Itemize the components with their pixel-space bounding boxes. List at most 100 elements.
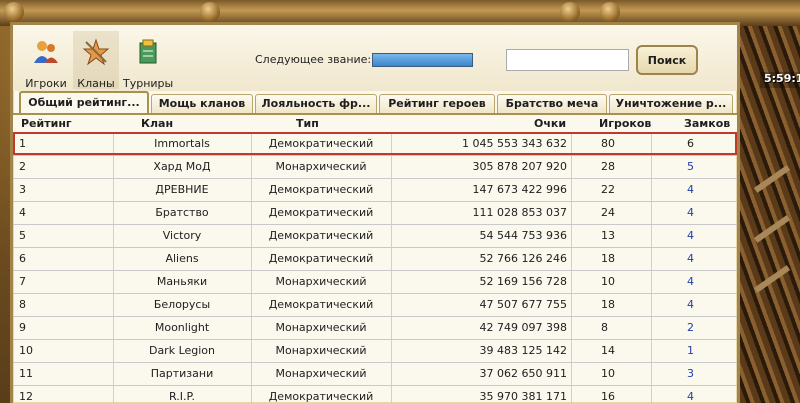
tournaments-icon <box>139 39 157 64</box>
cell-players: 8 <box>601 321 608 334</box>
cell-castles: 4 <box>687 183 694 196</box>
game-clock: 5:59:1 <box>760 72 800 88</box>
table-row[interactable]: 10 Dark Legion Монархический 39 483 125 142… <box>13 339 737 362</box>
table-row[interactable]: 3 ДРЕВНИЕ Демократический 147 673 422 996 22… <box>13 178 737 201</box>
cell-type: Демократический <box>268 183 374 196</box>
tab-sword-brotherhood[interactable]: Братство меча <box>497 94 607 114</box>
cell-clan[interactable]: ДРЕВНИЕ <box>113 179 251 202</box>
cell-players: 10 <box>601 275 615 288</box>
cell-clan[interactable]: Партизани <box>113 363 251 386</box>
table-row[interactable]: 12 R.I.P. Демократический 35 970 381 171 16 4 <box>13 385 737 403</box>
cell-type: Демократический <box>268 252 374 265</box>
clan-rating-table: Рейтинг Клан Тип Очки Игроков Замков 1 Im… <box>13 113 737 403</box>
cell-players: 10 <box>601 367 615 380</box>
cell-clan[interactable]: Маньяки <box>113 271 251 294</box>
cell-points: 147 673 422 996 <box>472 183 567 196</box>
cell-rank: 3 <box>19 183 26 196</box>
rail-segment <box>753 215 791 243</box>
cell-clan[interactable]: Dark Legion <box>113 340 251 363</box>
cell-points: 52 766 126 246 <box>479 252 567 265</box>
cell-points: 1 045 553 343 632 <box>462 137 567 150</box>
ornament-knot <box>600 2 620 22</box>
nav-tournaments[interactable]: Турниры <box>123 31 173 90</box>
table-row[interactable]: 6 Aliens Демократический 52 766 126 246 18 4 <box>13 247 737 270</box>
cell-points: 52 169 156 728 <box>479 275 567 288</box>
cell-type: Демократический <box>268 298 374 311</box>
column-header-points[interactable]: Очки <box>534 117 566 130</box>
cell-type: Монархический <box>275 160 367 173</box>
cell-rank: 9 <box>19 321 26 334</box>
nav-players[interactable]: Игроки <box>23 31 69 90</box>
search-button[interactable]: Поиск <box>636 45 698 75</box>
cell-clan[interactable]: Immortals <box>113 133 251 156</box>
cell-points: 47 507 677 755 <box>479 298 567 311</box>
tab-overall-rating[interactable]: Общий рейтинг... <box>19 91 149 114</box>
cell-castles: 4 <box>687 275 694 288</box>
rail-segment <box>753 265 791 293</box>
tab-clan-power[interactable]: Мощь кланов <box>151 94 253 114</box>
search-input[interactable] <box>506 49 629 71</box>
table-row[interactable]: 8 Белорусы Демократический 47 507 677 755 18… <box>13 293 737 316</box>
toolbar: Игроки Кланы Турниры Следующее звание: П… <box>13 25 737 91</box>
tab-destruction[interactable]: Уничтожение р... <box>609 94 733 114</box>
nav-players-label: Игроки <box>25 77 67 90</box>
column-header-clan[interactable]: Клан <box>141 117 173 130</box>
cell-clan[interactable]: Moonlight <box>113 317 251 340</box>
next-rank-progress <box>372 53 473 67</box>
cell-rank: 6 <box>19 252 26 265</box>
cell-players: 28 <box>601 160 615 173</box>
cell-clan[interactable]: Хард МоД <box>113 156 251 179</box>
nav-clans[interactable]: Кланы <box>73 31 119 90</box>
cell-players: 22 <box>601 183 615 196</box>
cell-castles: 3 <box>687 367 694 380</box>
clans-icon <box>82 38 110 66</box>
cell-clan[interactable]: Aliens <box>113 248 251 271</box>
cell-castles: 1 <box>687 344 694 357</box>
cell-rank: 1 <box>19 137 26 150</box>
table-row[interactable]: 11 Партизани Монархический 37 062 650 911 10… <box>13 362 737 385</box>
cell-rank: 8 <box>19 298 26 311</box>
cell-players: 24 <box>601 206 615 219</box>
cell-rank: 4 <box>19 206 26 219</box>
cell-castles: 6 <box>687 137 694 150</box>
cell-clan[interactable]: R.I.P. <box>113 386 251 403</box>
nav-clans-label: Кланы <box>77 77 115 90</box>
cell-rank: 2 <box>19 160 26 173</box>
players-icon <box>34 41 58 63</box>
ornament-knot <box>4 2 24 22</box>
tab-hero-rating[interactable]: Рейтинг героев <box>379 94 495 114</box>
table-row[interactable]: 4 Братство Демократический 111 028 853 037 2… <box>13 201 737 224</box>
table-header: Рейтинг Клан Тип Очки Игроков Замков <box>13 115 737 132</box>
table-row[interactable]: 9 Moonlight Монархический 42 749 097 398 8 2 <box>13 316 737 339</box>
table-row[interactable]: 7 Маньяки Монархический 52 169 156 728 10 4 <box>13 270 737 293</box>
column-header-rank[interactable]: Рейтинг <box>21 117 72 130</box>
cell-players: 14 <box>601 344 615 357</box>
cell-castles: 4 <box>687 206 694 219</box>
cell-points: 35 970 381 171 <box>479 390 567 403</box>
cell-type: Монархический <box>275 275 367 288</box>
cell-castles: 4 <box>687 229 694 242</box>
cell-points: 37 062 650 911 <box>479 367 567 380</box>
cell-clan[interactable]: Братство <box>113 202 251 225</box>
column-header-castles[interactable]: Замков <box>684 117 730 130</box>
cell-rank: 10 <box>19 344 33 357</box>
table-row[interactable]: 1 Immortals Демократический 1 045 553 343 6… <box>13 132 737 155</box>
column-header-type[interactable]: Тип <box>296 117 319 130</box>
table-row[interactable]: 2 Хард МоД Монархический 305 878 207 920 28 5 <box>13 155 737 178</box>
tab-loyalty[interactable]: Лояльность фр... <box>255 94 377 114</box>
next-rank-label: Следующее звание: <box>255 53 372 66</box>
cell-castles: 5 <box>687 160 694 173</box>
cell-points: 39 483 125 142 <box>479 344 567 357</box>
cell-type: Монархический <box>275 344 367 357</box>
cell-points: 54 544 753 936 <box>479 229 567 242</box>
cell-rank: 12 <box>19 390 33 403</box>
cell-clan[interactable]: Victory <box>113 225 251 248</box>
cell-clan[interactable]: Белорусы <box>113 294 251 317</box>
table-row[interactable]: 5 Victory Демократический 54 544 753 936 13 4 <box>13 224 737 247</box>
cell-points: 111 028 853 037 <box>472 206 567 219</box>
ornament-knot <box>200 2 220 22</box>
cell-rank: 5 <box>19 229 26 242</box>
cell-type: Демократический <box>268 206 374 219</box>
column-header-players[interactable]: Игроков <box>599 117 651 130</box>
cell-rank: 11 <box>19 367 33 380</box>
